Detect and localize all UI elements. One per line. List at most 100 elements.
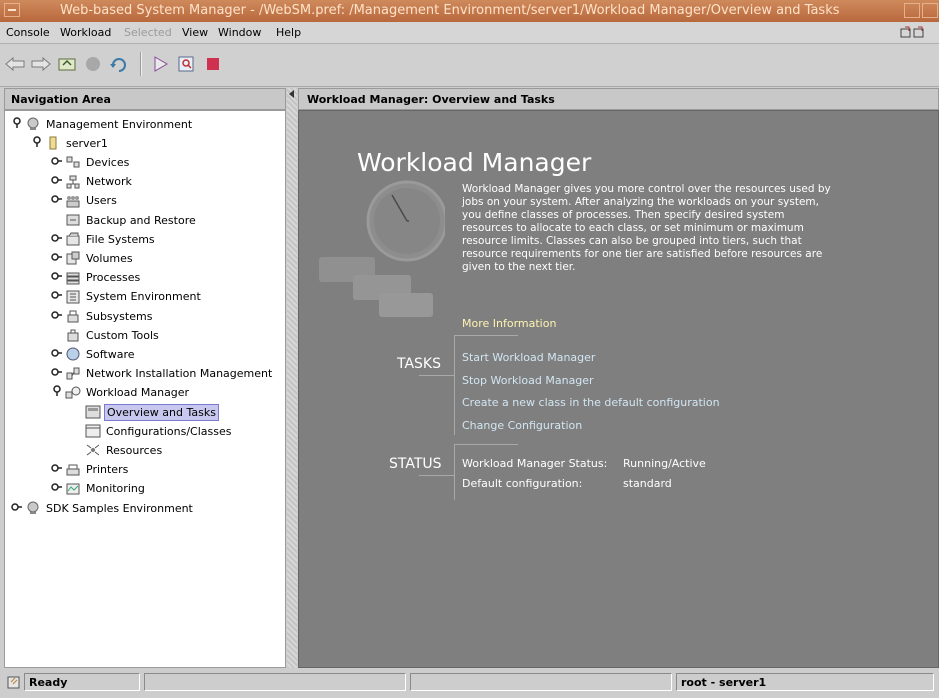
toolbar [0, 44, 939, 87]
content-header: Workload Manager: Overview and Tasks [298, 88, 939, 110]
workload-manager-title: Workload Manager [357, 148, 592, 177]
status-lock-icon [6, 674, 22, 693]
tree-item-backup-and-restore[interactable]: Backup and Restore [51, 211, 198, 229]
volumes-icon [65, 251, 81, 265]
custom-tools-icon [65, 328, 81, 342]
status-user-box: root - server1 [676, 673, 934, 691]
tree-item-system-environment[interactable]: System Environment [51, 288, 203, 306]
tree-item-network[interactable]: Network [51, 173, 134, 191]
tree-item-network-installation-management[interactable]: Network Installation Management [51, 365, 274, 383]
menu-view[interactable]: View [182, 26, 208, 39]
collapsed-toggle-icon[interactable] [51, 156, 63, 169]
menu-workload[interactable]: Workload [60, 26, 111, 39]
status-value-wlm: Running/Active [623, 457, 706, 470]
software-icon [65, 347, 81, 361]
maximize-button[interactable] [922, 3, 938, 18]
menu-help[interactable]: Help [276, 26, 301, 39]
tree-item-subsystems[interactable]: Subsystems [51, 307, 154, 325]
tree-item-label: Backup and Restore [86, 213, 196, 227]
collapsed-toggle-icon[interactable] [11, 502, 23, 515]
stop-icon[interactable] [82, 53, 104, 75]
task-start-workload-manager[interactable]: Start Workload Manager [462, 351, 595, 364]
tree-item-label: SDK Samples Environment [46, 501, 193, 515]
tree-item-software[interactable]: Software [51, 345, 137, 363]
status-message: Ready [29, 676, 68, 689]
tree-item-label: Overview and Tasks [104, 403, 219, 421]
processes-icon [65, 271, 81, 285]
tree-item-printers[interactable]: Printers [51, 461, 130, 479]
collapsed-toggle-icon[interactable] [51, 252, 63, 265]
menu-selected[interactable]: Selected [124, 26, 172, 39]
collapsed-toggle-icon[interactable] [51, 175, 63, 188]
expanded-toggle-icon[interactable] [51, 385, 63, 400]
back-arrow-icon[interactable] [4, 53, 26, 75]
tree-item-sdk-samples-environment[interactable]: SDK Samples Environment [11, 499, 195, 517]
collapsed-toggle-icon[interactable] [51, 194, 63, 207]
globe-icon [25, 501, 41, 515]
collapsed-toggle-icon[interactable] [51, 367, 63, 380]
restore-panes-icon[interactable] [900, 26, 930, 42]
collapsed-toggle-icon[interactable] [51, 482, 63, 495]
tree-item-label: System Environment [86, 290, 201, 304]
collapsed-toggle-icon[interactable] [51, 290, 63, 303]
tree-item-label: Network Installation Management [86, 367, 273, 381]
workload-clock-graphic [319, 180, 445, 317]
tree-item-label: Workload Manager [86, 386, 190, 400]
status-label: STATUS [389, 456, 442, 472]
tree-item-server1[interactable]: server1 [31, 134, 110, 152]
collapsed-toggle-icon[interactable] [51, 310, 63, 323]
tree-item-users[interactable]: Users [51, 192, 119, 210]
tree-item-label: Subsystems [86, 309, 153, 323]
menu-bar: Console Workload Selected View Window He… [0, 22, 939, 44]
up-folder-icon[interactable] [56, 53, 78, 75]
tree-item-devices[interactable]: Devices [51, 153, 131, 171]
task-create-class[interactable]: Create a new class in the default config… [462, 396, 720, 409]
tree-item-management-environment[interactable]: Management Environment [11, 115, 194, 133]
tree-item-label: Network [86, 175, 132, 189]
filesystem-icon [65, 232, 81, 246]
tree-item-label: Software [86, 347, 135, 361]
forward-arrow-icon[interactable] [30, 53, 52, 75]
tree-item-label: Printers [86, 463, 129, 477]
tree-item-monitoring[interactable]: Monitoring [51, 480, 147, 498]
tree-item-file-systems[interactable]: File Systems [51, 230, 157, 248]
pane-splitter[interactable] [287, 88, 297, 668]
minimize-button[interactable] [904, 3, 920, 18]
tree-item-workload-manager[interactable]: Workload Manager [51, 384, 191, 402]
tree-item-overview-and-tasks[interactable]: Overview and Tasks [71, 403, 219, 421]
terminal-icon[interactable] [202, 53, 224, 75]
tree-item-configurations-classes[interactable]: Configurations/Classes [71, 422, 233, 440]
expanded-toggle-icon[interactable] [31, 135, 43, 151]
printer-icon [65, 463, 81, 477]
window-menu-button[interactable] [4, 3, 20, 17]
tree-item-label: Volumes [86, 251, 133, 265]
workload-icon [65, 386, 81, 400]
tree-item-label: Custom Tools [86, 328, 159, 342]
tree-item-volumes[interactable]: Volumes [51, 249, 135, 267]
tree-item-processes[interactable]: Processes [51, 269, 142, 287]
menu-window[interactable]: Window [218, 26, 261, 39]
task-change-configuration[interactable]: Change Configuration [462, 419, 582, 432]
more-information-link[interactable]: More Information [462, 317, 556, 330]
tree-item-custom-tools[interactable]: Custom Tools [51, 326, 161, 344]
devices-icon [65, 155, 81, 169]
collapsed-toggle-icon[interactable] [51, 348, 63, 361]
refresh-icon[interactable] [108, 53, 130, 75]
collapse-arrow-icon[interactable] [289, 90, 294, 98]
backup-icon [65, 213, 81, 227]
run-icon[interactable] [150, 53, 172, 75]
collapsed-toggle-icon[interactable] [51, 463, 63, 476]
tree-item-label: Resources [106, 443, 163, 457]
menu-console[interactable]: Console [6, 26, 50, 39]
users-icon [65, 194, 81, 208]
tree-item-resources[interactable]: Resources [71, 441, 164, 459]
status-key-wlm: Workload Manager Status: [462, 457, 608, 470]
collapsed-toggle-icon[interactable] [51, 233, 63, 246]
status-info-box [410, 673, 672, 691]
find-icon[interactable] [176, 53, 198, 75]
status-message-box: Ready [24, 673, 140, 691]
task-stop-workload-manager[interactable]: Stop Workload Manager [462, 374, 594, 387]
window-title: Web-based System Manager - /WebSM.pref: … [60, 3, 840, 18]
expanded-toggle-icon[interactable] [11, 116, 23, 132]
collapsed-toggle-icon[interactable] [51, 271, 63, 284]
